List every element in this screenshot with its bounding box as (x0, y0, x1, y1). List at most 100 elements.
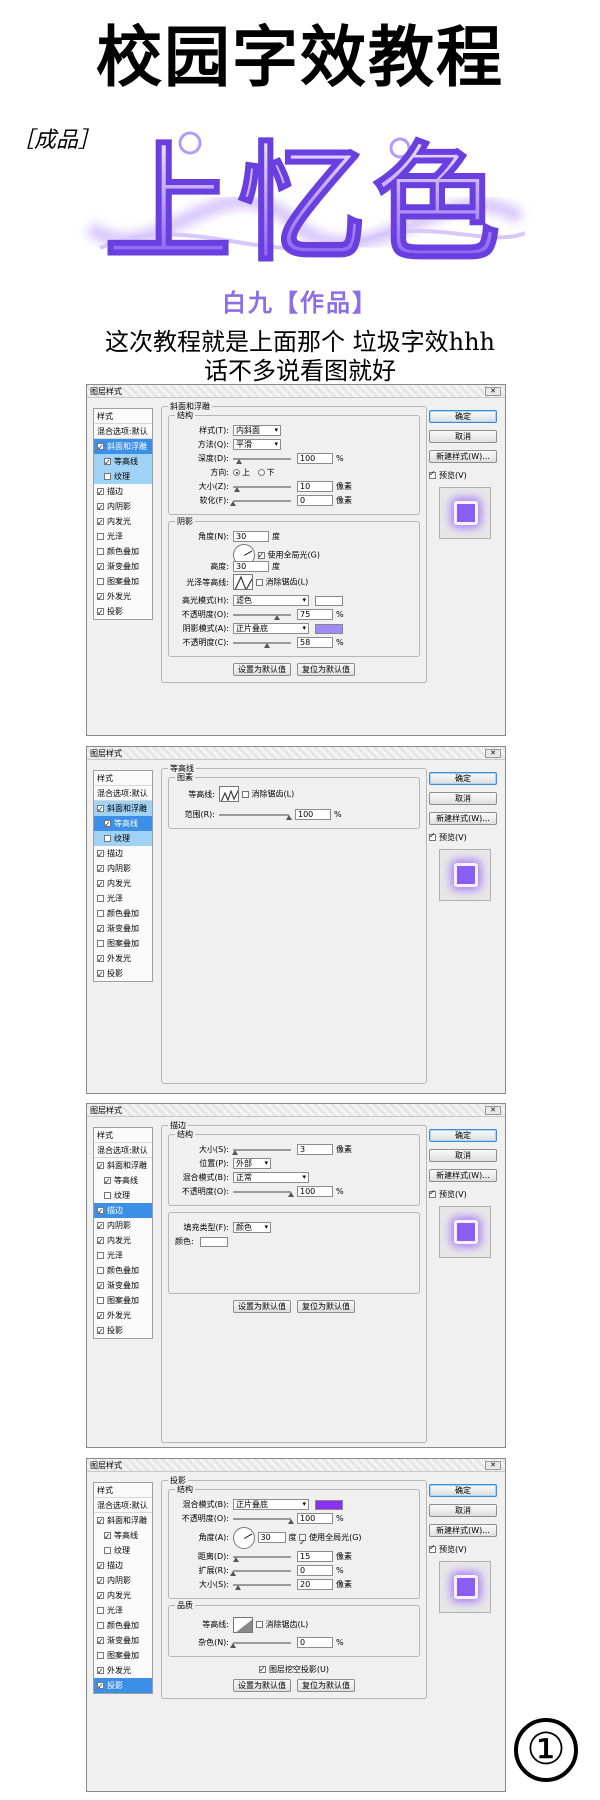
dialog-titlebar[interactable]: 图层样式 ✕ (87, 385, 505, 398)
checkbox-icon[interactable] (97, 500, 104, 515)
set-default-button[interactable]: 设置为默认值 (233, 663, 291, 676)
checkbox-icon[interactable] (97, 847, 104, 862)
set-default-button[interactable]: 设置为默认值 (233, 1679, 291, 1692)
set-default-button[interactable]: 设置为默认值 (233, 1300, 291, 1313)
noise-input[interactable]: 0 (297, 1637, 333, 1648)
shadow-color-swatch[interactable] (315, 623, 343, 634)
style-item-bevel[interactable]: 斜面和浮雕 (94, 801, 152, 817)
style-item-gradient-overlay[interactable]: 渐变叠加 (94, 1633, 152, 1649)
highlight-color-swatch[interactable] (315, 595, 343, 606)
size-input[interactable]: 10 (297, 481, 333, 492)
checkbox-icon[interactable] (97, 895, 104, 902)
preview-toggle[interactable]: 预览(V) (429, 469, 497, 481)
style-item-satin[interactable]: 光泽 (94, 891, 152, 906)
style-item-bevel[interactable]: 斜面和浮雕 (94, 1158, 152, 1174)
checkbox-icon[interactable] (104, 473, 111, 480)
slider-knob[interactable] (231, 1149, 238, 1155)
checkbox-icon[interactable] (104, 1529, 111, 1544)
style-item-color-overlay[interactable]: 颜色叠加 (94, 1263, 152, 1278)
checkbox-icon[interactable] (97, 515, 104, 530)
checkbox-icon[interactable] (429, 1543, 436, 1553)
checkbox-icon[interactable] (97, 1574, 104, 1589)
shadow-mode-select[interactable]: 正片叠底 (233, 623, 309, 634)
distance-input[interactable]: 15 (297, 1551, 333, 1562)
checkbox-icon[interactable] (104, 1547, 111, 1554)
checkbox-icon[interactable] (97, 1607, 104, 1614)
style-item-gradient-overlay[interactable]: 渐变叠加 (94, 1278, 152, 1294)
style-item-drop-shadow[interactable]: 投影 (94, 1323, 152, 1339)
slider-knob[interactable] (230, 1570, 236, 1576)
checkbox-icon[interactable] (97, 1622, 104, 1629)
checkbox-icon[interactable] (97, 877, 104, 892)
size-slider[interactable] (231, 1148, 291, 1155)
checkbox-icon[interactable] (97, 533, 104, 540)
checkbox-icon[interactable] (97, 1589, 104, 1604)
checkbox-icon[interactable] (97, 967, 104, 982)
depth-slider[interactable] (233, 457, 291, 464)
style-item-pattern-overlay[interactable]: 图案叠加 (94, 1293, 152, 1308)
slider-knob[interactable] (263, 642, 270, 648)
checkbox-icon[interactable] (429, 831, 436, 841)
ok-button[interactable]: 确定 (429, 410, 497, 423)
reset-default-button[interactable]: 复位为默认值 (297, 1300, 355, 1313)
checkbox-icon[interactable] (97, 922, 104, 937)
checkbox-icon[interactable] (97, 1159, 104, 1174)
checkbox-icon[interactable] (241, 790, 249, 798)
checkbox-icon[interactable] (97, 1652, 104, 1659)
checkbox-icon[interactable] (97, 1679, 104, 1694)
slider-knob[interactable] (232, 1556, 239, 1562)
dialog-titlebar[interactable]: 图层样式 ✕ (87, 1459, 505, 1472)
position-select[interactable]: 外部 (233, 1158, 271, 1169)
opacity-slider[interactable] (233, 1190, 294, 1197)
blend-mode-select[interactable]: 正片叠底 (233, 1499, 309, 1510)
spread-input[interactable]: 0 (297, 1565, 333, 1576)
angle-dial[interactable] (233, 1526, 255, 1549)
dialog-titlebar[interactable]: 图层样式 ✕ (87, 747, 505, 760)
checkbox-icon[interactable] (104, 817, 111, 832)
highlight-opacity-slider[interactable] (233, 613, 291, 620)
new-style-button[interactable]: 新建样式(W)... (429, 1169, 497, 1182)
soften-slider[interactable] (230, 499, 291, 506)
slider-knob[interactable] (288, 1191, 294, 1197)
slider-knob[interactable] (286, 814, 292, 820)
style-item-texture[interactable]: 纹理 (94, 1543, 152, 1558)
cancel-button[interactable]: 取消 (429, 1149, 497, 1162)
distance-slider[interactable] (232, 1555, 291, 1562)
preview-toggle[interactable]: 预览(V) (429, 1543, 497, 1555)
style-select[interactable]: 内斜面 (233, 425, 281, 436)
blend-options-item[interactable]: 混合选项:默认 (94, 786, 152, 801)
style-item-inner-glow[interactable]: 内发光 (94, 876, 152, 892)
checkbox-icon[interactable] (97, 485, 104, 500)
checkbox-icon[interactable] (97, 1234, 104, 1249)
opacity-input[interactable]: 100 (297, 1186, 333, 1197)
checkbox-icon[interactable] (97, 940, 104, 947)
cancel-button[interactable]: 取消 (429, 430, 497, 443)
style-item-inner-shadow[interactable]: 内阴影 (94, 499, 152, 515)
checkbox-icon[interactable] (97, 1664, 104, 1679)
slider-knob[interactable] (230, 1642, 236, 1648)
style-item-color-overlay[interactable]: 颜色叠加 (94, 1618, 152, 1633)
checkbox-icon[interactable] (97, 605, 104, 620)
new-style-button[interactable]: 新建样式(W)... (429, 812, 497, 825)
checkbox-icon[interactable] (97, 1219, 104, 1234)
style-item-texture[interactable]: 纹理 (94, 1188, 152, 1203)
reset-default-button[interactable]: 复位为默认值 (297, 663, 355, 676)
blend-options-item[interactable]: 混合选项:默认 (94, 1498, 152, 1513)
dialog-titlebar[interactable]: 图层样式 ✕ (87, 1104, 505, 1117)
angle-input[interactable]: 30 (233, 531, 269, 542)
direction-down-radio[interactable] (257, 469, 265, 476)
checkbox-icon[interactable] (258, 1663, 266, 1677)
highlight-opacity-input[interactable]: 75 (297, 609, 333, 620)
checkbox-icon[interactable] (97, 1252, 104, 1259)
style-item-stroke[interactable]: 描边 (94, 1558, 152, 1574)
knockout-row[interactable]: 图层挖空投影(U) (168, 1663, 420, 1677)
style-item-drop-shadow[interactable]: 投影 (94, 604, 152, 620)
checkbox-icon[interactable] (429, 469, 436, 479)
checkbox-icon[interactable] (97, 802, 104, 817)
slider-knob[interactable] (234, 1584, 241, 1590)
style-item-gradient-overlay[interactable]: 渐变叠加 (94, 921, 152, 937)
range-slider[interactable] (219, 813, 292, 820)
checkbox-icon[interactable] (97, 1324, 104, 1339)
style-item-inner-glow[interactable]: 内发光 (94, 1588, 152, 1604)
checkbox-icon[interactable] (97, 440, 104, 455)
